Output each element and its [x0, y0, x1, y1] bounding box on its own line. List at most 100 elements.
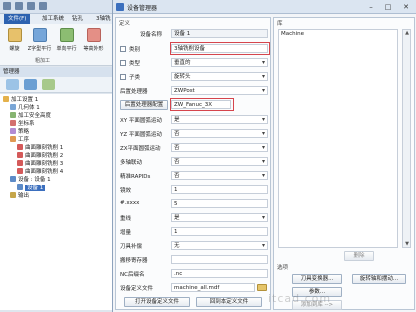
ribbon-tab-machining[interactable]: 加工系统: [38, 14, 68, 24]
line-select[interactable]: 是: [171, 213, 268, 222]
ribbon-tab-drilling[interactable]: 钻孔: [68, 14, 87, 24]
spiral-button[interactable]: 螺旋: [2, 28, 27, 52]
tree-item-machine-1[interactable]: 设备 1: [17, 184, 46, 192]
manager-view-icon[interactable]: [6, 79, 19, 90]
definition-panel: 定义 设备名称 设备 1 类别 3轴铣削设备 类型 垂直的 子类 旋转头 后置处…: [115, 17, 271, 310]
row-subtype: 子类 旋转头: [116, 72, 270, 82]
watermark: itcad.com: [268, 292, 332, 305]
delete-button[interactable]: 删除: [344, 251, 374, 261]
register-field[interactable]: [171, 255, 268, 264]
multiaxis-select[interactable]: 否: [171, 157, 268, 166]
output-icon: [10, 192, 16, 198]
header-row: 设备名称 设备 1: [116, 29, 270, 39]
type-select[interactable]: 垂直的: [171, 58, 268, 67]
yz-arc-select[interactable]: 否: [171, 129, 268, 138]
machine-name-field[interactable]: 设备 1: [171, 29, 268, 38]
row-zx-arc: ZX平面圆弧运动 否: [116, 143, 270, 153]
tool-comp-label: 刀具补偿: [120, 244, 143, 250]
tree-item-operations[interactable]: 工序: [10, 136, 29, 144]
row-multiaxis: 多轴联动 否: [116, 157, 270, 167]
manager-toolbar: [0, 77, 112, 93]
scroll-up-icon[interactable]: ▲: [404, 30, 410, 36]
equipment-manager-dialog: 设备管理器 – □ ✕ 定义 设备名称 设备 1 类别 3轴铣削设备 类型 垂直…: [112, 0, 416, 312]
row-decimals: #.xxxx 5: [116, 199, 270, 209]
postprocessor-label: 后置处理器: [120, 89, 148, 95]
redo-icon[interactable]: [39, 2, 47, 10]
scale-label: 镜效: [120, 188, 132, 194]
tree-item-strategy[interactable]: 策略: [10, 128, 29, 136]
manager-operations-icon[interactable]: [42, 79, 55, 90]
multiaxis-label: 多轴联动: [120, 160, 143, 166]
maximize-icon[interactable]: □: [380, 2, 396, 12]
library-scrollbar[interactable]: ▲ ▼: [402, 29, 411, 248]
manager-tree: 加工设置 1 几何体 1 加工安全高度 坐标系 策略 工序 曲面雕刻铣削 1 曲…: [0, 94, 112, 310]
mdf-file-label: 设备定义文件: [120, 286, 154, 292]
return-mdf-button[interactable]: 回到本定义文件: [196, 297, 262, 307]
machine-icon: [10, 176, 16, 182]
postprocessor-select[interactable]: ZWPost: [171, 86, 268, 95]
subtype-select[interactable]: 旋转头: [171, 72, 268, 81]
one-way-parallel-button[interactable]: 单向平行: [54, 28, 79, 52]
open-mdf-button[interactable]: 打开设备定义文件: [124, 297, 190, 307]
row-line: 重线 是: [116, 213, 270, 223]
subtype-label: 子类: [129, 75, 141, 81]
rotary-axis-button[interactable]: 旋转轴和摆动...: [352, 274, 406, 284]
increment-field[interactable]: 1: [171, 227, 268, 236]
machine-name-label: 设备名称: [140, 32, 163, 38]
zx-arc-label: ZX平面圆弧运动: [120, 146, 161, 152]
line-label: 重线: [120, 216, 132, 222]
zigzag-label: Z字型平行: [27, 46, 52, 52]
manager-tools-icon[interactable]: [24, 79, 37, 90]
type-checkbox[interactable]: [120, 60, 126, 66]
ribbon-tab-file[interactable]: 文件(F): [4, 14, 31, 24]
library-list[interactable]: Machine: [278, 29, 398, 248]
tree-item-toolpath-2[interactable]: 曲面雕刻铣削 2: [17, 152, 63, 160]
row-nc-ext: NC后缀名 .nc: [116, 269, 270, 279]
decimals-field[interactable]: 5: [171, 199, 268, 208]
height-icon: [10, 112, 16, 118]
close-icon[interactable]: ✕: [398, 2, 414, 12]
tree-item-output[interactable]: 输出: [10, 192, 29, 200]
minimize-icon[interactable]: –: [363, 2, 379, 12]
tree-item-toolpath-3[interactable]: 曲面雕刻铣削 3: [17, 160, 63, 168]
category-checkbox[interactable]: [120, 46, 126, 52]
ribbon-tabs: 文件(F) 加工系统 钻孔 3轴铣: [0, 14, 125, 24]
scroll-down-icon[interactable]: ▼: [404, 241, 410, 247]
tree-item-toolpath-1[interactable]: 曲面雕刻铣削 1: [17, 144, 63, 152]
toolpath-icon: [17, 168, 23, 174]
machine-icon: [17, 184, 23, 190]
nc-ext-field[interactable]: .nc: [171, 269, 268, 278]
tree-item-geometry[interactable]: 几何体 1: [10, 104, 40, 112]
zigzag-parallel-button[interactable]: Z字型平行: [27, 28, 52, 52]
tree-item-coordinate[interactable]: 坐标系: [10, 120, 35, 128]
library-item-machine[interactable]: Machine: [281, 31, 304, 37]
scale-field[interactable]: 1: [171, 185, 268, 194]
one-way-label: 单向平行: [56, 46, 77, 52]
library-panel: 库 Machine ▲ ▼ 删除 选项 刀具变换器... 旋转轴和摆动... 参…: [273, 17, 415, 310]
tree-item-setup[interactable]: 加工设置 1: [3, 96, 38, 104]
row-yz-arc: YZ 平面圆弧运动 否: [116, 129, 270, 139]
row-tool-comp: 刀具补偿 无: [116, 241, 270, 251]
tree-item-toolpath-4[interactable]: 曲面雕刻铣削 4: [17, 168, 63, 176]
mdf-file-field[interactable]: machine_all.mdf: [171, 283, 255, 292]
tree-item-machine-group[interactable]: 设备 : 设备 1: [10, 176, 51, 184]
increment-label: 增量: [120, 230, 132, 236]
register-label: 搬移寄存器: [120, 258, 148, 264]
contour-button[interactable]: 等高外形: [81, 28, 106, 52]
subtype-checkbox[interactable]: [120, 74, 126, 80]
xy-arc-select[interactable]: 是: [171, 115, 268, 124]
options-title: 选项: [277, 265, 289, 271]
folder-icon: [3, 96, 9, 102]
zigzag-icon: [32, 28, 47, 42]
undo-icon[interactable]: [27, 2, 35, 10]
precise-rapids-select[interactable]: 否: [171, 171, 268, 180]
tool-comp-select[interactable]: 无: [171, 241, 268, 250]
folder-browse-icon[interactable]: [257, 284, 267, 291]
zx-arc-select[interactable]: 否: [171, 143, 268, 152]
tree-item-safe-height[interactable]: 加工安全高度: [10, 112, 51, 120]
axis-icon: [10, 120, 16, 126]
tool-changer-button[interactable]: 刀具变换器...: [292, 274, 342, 284]
dialog-title: 设备管理器: [127, 5, 158, 12]
save-icon[interactable]: [15, 2, 23, 10]
quick-access-toolbar: [3, 2, 47, 10]
